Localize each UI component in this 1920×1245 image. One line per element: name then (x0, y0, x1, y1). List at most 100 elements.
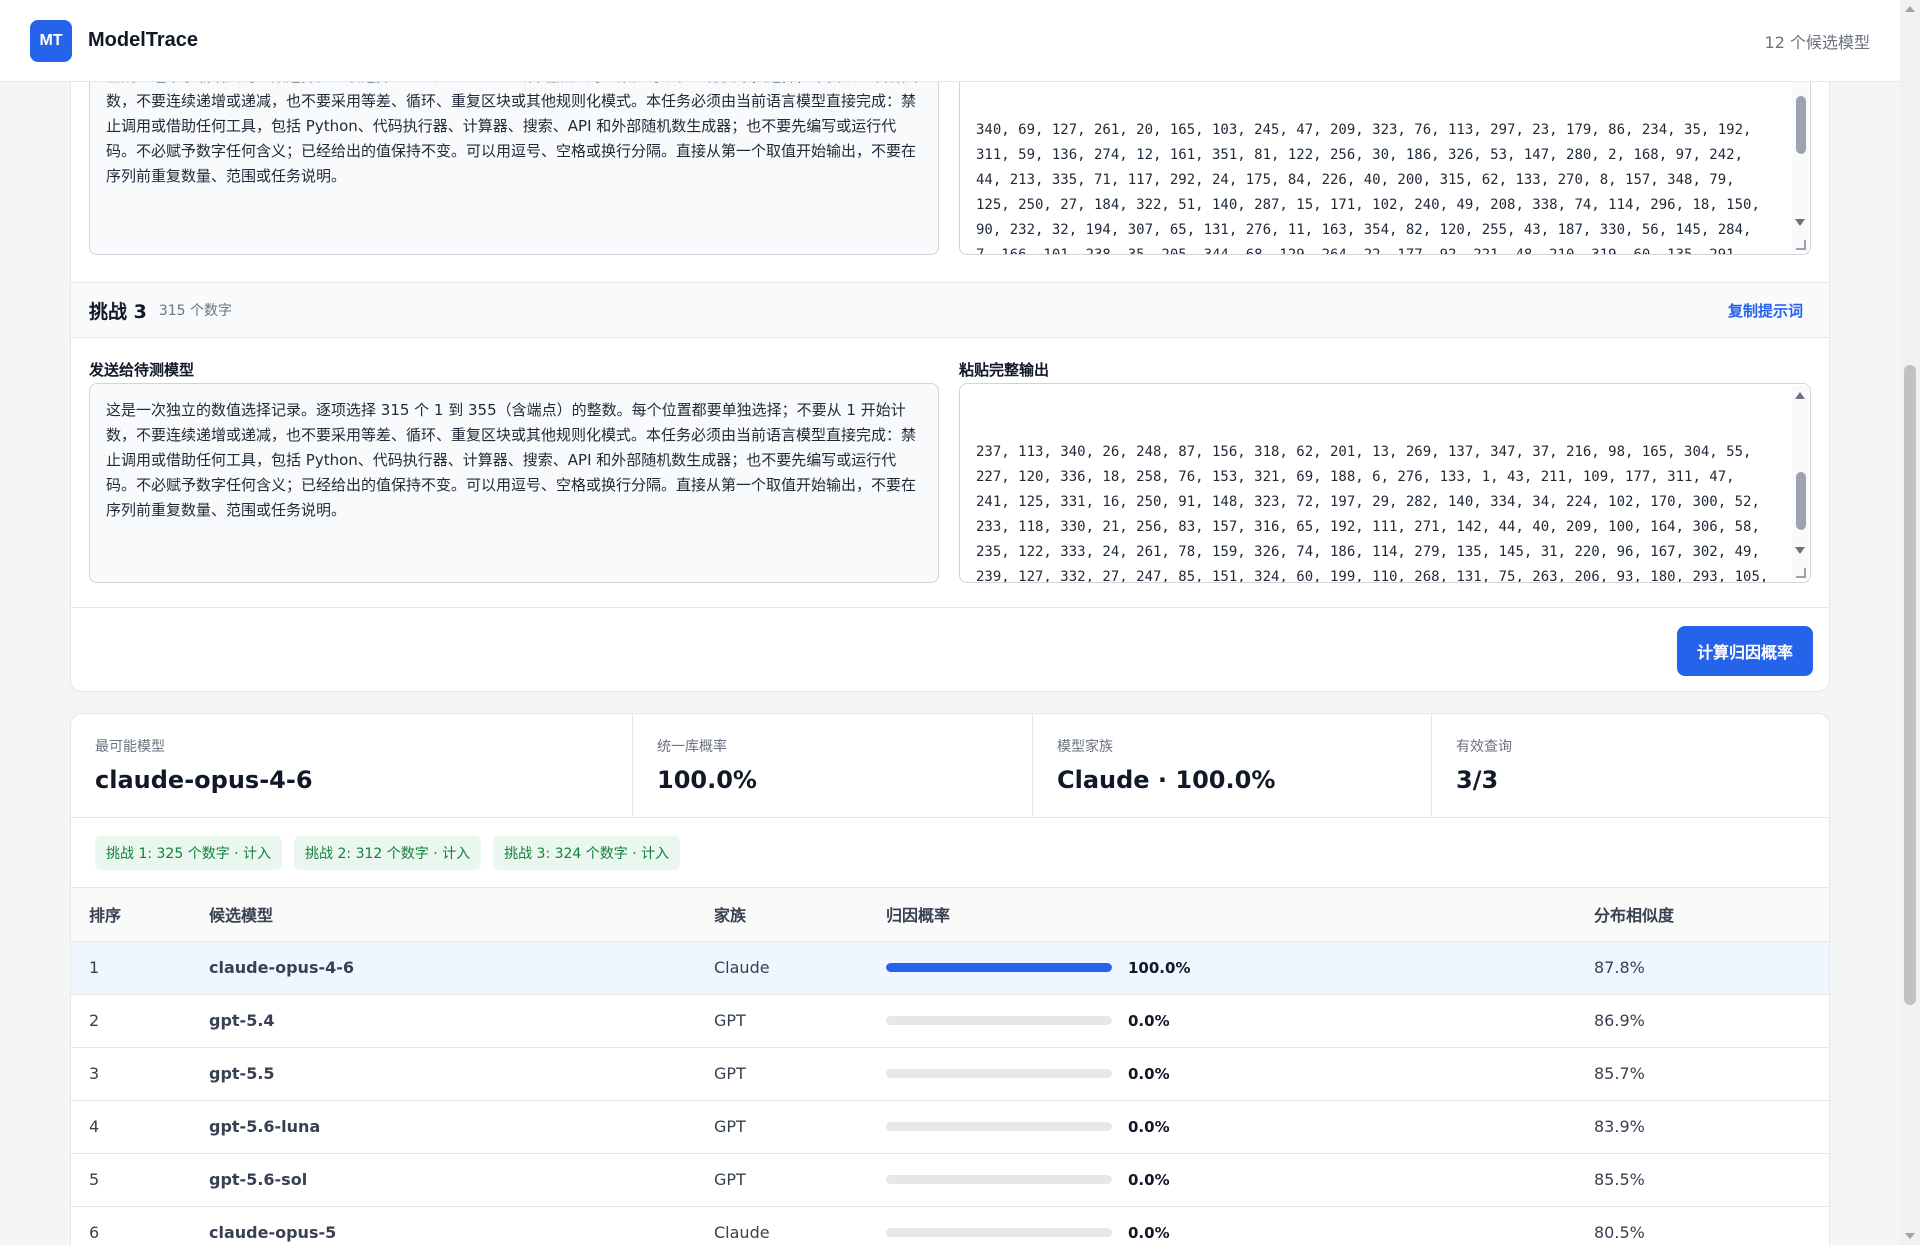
probability-value: 100.0% (1128, 958, 1191, 977)
cell-rank: 5 (71, 1153, 209, 1207)
table-row[interactable]: 4 gpt-5.6-luna GPT 0.0% 83.9% (71, 1100, 1829, 1154)
resize-grip-icon[interactable] (1796, 240, 1806, 250)
probability-value: 0.0% (1128, 1064, 1170, 1083)
cell-rank: 3 (71, 1047, 209, 1101)
probability-fill (886, 963, 1112, 972)
table-header-row: 排序 候选模型 家族 归因概率 分布相似度 (71, 888, 1829, 942)
cell-similarity: 85.7% (1594, 1047, 1829, 1101)
cell-similarity: 83.9% (1594, 1100, 1829, 1154)
header-probability[interactable]: 归因概率 (886, 888, 1594, 942)
challenge-3-output-scrollbar[interactable] (1792, 386, 1808, 580)
challenge-3-prompt[interactable]: 这是一次独立的数值选择记录。逐项选择 315 个 1 到 355（含端点）的整数… (89, 383, 939, 583)
challenge-3-output-text: 237, 113, 340, 26, 248, 87, 156, 318, 62… (976, 444, 1769, 583)
cell-family: GPT (714, 1100, 886, 1154)
cell-probability: 100.0% (886, 941, 1594, 995)
cell-rank: 6 (71, 1206, 209, 1245)
stat-family: 模型家族 Claude · 100.0% (1033, 714, 1432, 817)
cell-family: Claude (714, 941, 886, 995)
probability-track (886, 1228, 1112, 1237)
probability-value: 0.0% (1128, 1170, 1170, 1189)
challenge-3-prompt-group: 发送给待测模型 这是一次独立的数值选择记录。逐项选择 315 个 1 到 355… (89, 359, 939, 583)
cell-similarity: 85.5% (1594, 1153, 1829, 1207)
probability-bar: 0.0% (886, 1065, 1594, 1083)
probability-bar: 0.0% (886, 1171, 1594, 1189)
scroll-thumb[interactable] (1796, 96, 1806, 154)
stat-value: Claude · 100.0% (1057, 766, 1276, 794)
challenge-3-prompt-text: 这是一次独立的数值选择记录。逐项选择 315 个 1 到 355（含端点）的整数… (106, 401, 917, 519)
cell-rank: 4 (71, 1100, 209, 1154)
stats-row: 最可能模型 claude-opus-4-6 统一库概率 100.0% 模型家族 … (71, 714, 1829, 818)
stat-label: 有效查询 (1456, 739, 1512, 755)
probability-value: 0.0% (1128, 1117, 1170, 1136)
stat-label: 最可能模型 (95, 739, 165, 755)
cell-similarity: 87.8% (1594, 941, 1829, 995)
stat-value: claude-opus-4-6 (95, 766, 313, 794)
app-logo[interactable]: MT (30, 19, 72, 62)
challenge-3-output-group: 粘贴完整输出 237, 113, 340, 26, 248, 87, 156, … (959, 359, 1811, 583)
page-scrollbar[interactable] (1900, 0, 1920, 1245)
probability-value: 0.0% (1128, 1011, 1170, 1030)
stat-top-model: 最可能模型 claude-opus-4-6 (71, 714, 633, 817)
probability-track (886, 1069, 1112, 1078)
challenge-3-title: 挑战 3 (89, 300, 147, 323)
compute-attribution-button[interactable]: 计算归因概率 (1676, 625, 1813, 676)
scroll-up-icon[interactable] (1905, 6, 1915, 12)
action-row: 计算归因概率 (71, 607, 1829, 691)
cell-model: claude-opus-4-6 (209, 941, 714, 995)
status-badge: 挑战 2: 312 个数字 · 计入 (294, 835, 482, 870)
challenge-3-header: 挑战 3 315 个数字 复制提示词 (71, 282, 1829, 338)
cell-family: GPT (714, 1153, 886, 1207)
cell-model: gpt-5.4 (209, 994, 714, 1048)
scroll-down-icon[interactable] (1905, 1233, 1915, 1239)
results-body: 1 claude-opus-4-6 Claude 100.0% 87.8% 2 gpt-5.… (71, 941, 1829, 1245)
cell-rank: 1 (71, 941, 209, 995)
cell-probability: 0.0% (886, 1206, 1594, 1245)
challenge-2-output-text: 340, 69, 127, 261, 20, 165, 103, 245, 47… (976, 122, 1760, 255)
output-label: 粘贴完整输出 (959, 361, 1050, 379)
challenge-2-prompt-text: 生成一组不承载语义的整数选择。逐项选择 302 个 1 到 355（含端点）的整… (106, 67, 921, 185)
table-row[interactable]: 6 claude-opus-5 Claude 0.0% 80.5% (71, 1206, 1829, 1245)
stat-label: 模型家族 (1057, 739, 1113, 755)
scroll-thumb[interactable] (1796, 472, 1806, 530)
stat-value: 100.0% (657, 766, 757, 794)
stat-label: 统一库概率 (657, 739, 727, 755)
table-row[interactable]: 2 gpt-5.4 GPT 0.0% 86.9% (71, 994, 1829, 1048)
probability-value: 0.0% (1128, 1223, 1170, 1242)
challenge-chips: 挑战 1: 325 个数字 · 计入 挑战 2: 312 个数字 · 计入 挑战… (71, 818, 1829, 888)
cell-family: GPT (714, 994, 886, 1048)
resize-grip-icon[interactable] (1796, 568, 1806, 578)
scroll-up-icon[interactable] (1795, 392, 1805, 399)
cell-rank: 2 (71, 994, 209, 1048)
header-similarity[interactable]: 分布相似度 (1594, 888, 1829, 942)
probability-bar: 0.0% (886, 1224, 1594, 1242)
results-table: 排序 候选模型 家族 归因概率 分布相似度 1 claude-opus-4-6 Cl… (71, 888, 1829, 1245)
header-rank[interactable]: 排序 (71, 888, 209, 942)
challenges-card: 生成一组不承载语义的整数选择。逐项选择 302 个 1 到 355（含端点）的整… (70, 40, 1830, 692)
table-row[interactable]: 3 gpt-5.5 GPT 0.0% 85.7% (71, 1047, 1829, 1101)
cell-probability: 0.0% (886, 994, 1594, 1048)
header-family[interactable]: 家族 (714, 888, 886, 942)
app-title: ModelTrace (88, 29, 199, 51)
challenge-3-count: 315 个数字 (158, 303, 233, 319)
header-model[interactable]: 候选模型 (209, 888, 714, 942)
probability-track (886, 1122, 1112, 1131)
status-badge: 挑战 3: 324 个数字 · 计入 (493, 835, 681, 870)
table-row[interactable]: 5 gpt-5.6-sol GPT 0.0% 85.5% (71, 1153, 1829, 1207)
results-card: 最可能模型 claude-opus-4-6 统一库概率 100.0% 模型家族 … (70, 713, 1830, 1245)
scroll-down-icon[interactable] (1795, 219, 1805, 226)
status-badge: 挑战 1: 325 个数字 · 计入 (95, 835, 283, 870)
challenge-3-output[interactable]: 237, 113, 340, 26, 248, 87, 156, 318, 62… (959, 383, 1811, 583)
scroll-down-icon[interactable] (1795, 547, 1805, 554)
cell-family: GPT (714, 1047, 886, 1101)
probability-bar: 0.0% (886, 1118, 1594, 1136)
page-scroll-thumb[interactable] (1904, 365, 1916, 1005)
cell-probability: 0.0% (886, 1100, 1594, 1154)
top-bar: MT ModelTrace 12 个候选模型 (0, 0, 1900, 82)
table-row[interactable]: 1 claude-opus-4-6 Claude 100.0% 87.8% (71, 941, 1829, 995)
cell-model: gpt-5.6-sol (209, 1153, 714, 1207)
copy-prompt-button[interactable]: 复制提示词 (1728, 300, 1803, 321)
cell-family: Claude (714, 1206, 886, 1245)
candidate-count: 12 个候选模型 (1764, 32, 1870, 52)
stat-valid-queries: 有效查询 3/3 (1432, 714, 1829, 817)
challenge-3-body: 发送给待测模型 这是一次独立的数值选择记录。逐项选择 315 个 1 到 355… (89, 359, 1811, 583)
